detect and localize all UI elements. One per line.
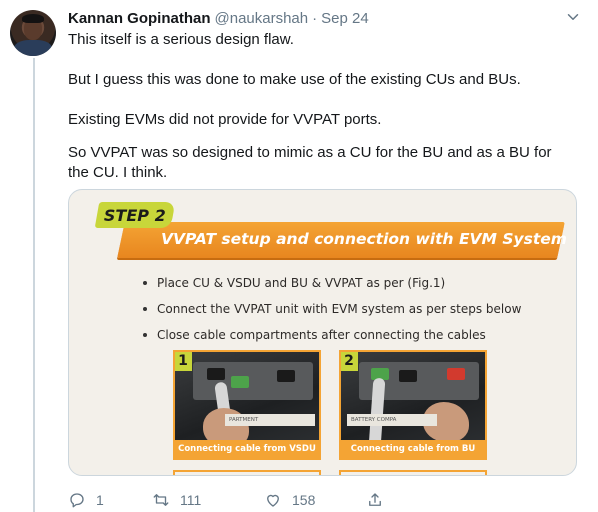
evm-panel (193, 362, 313, 400)
avatar[interactable] (10, 10, 56, 56)
bullet-icon (143, 333, 147, 337)
step-number: 1 (175, 352, 192, 371)
step-badge: STEP 2 (94, 202, 176, 228)
tweet-paragraph: This itself is a serious design flaw. (68, 31, 294, 48)
instruction-item: Close cable compartments after connectin… (143, 322, 521, 348)
reply-button[interactable]: 1 (68, 491, 152, 509)
bullet-icon (143, 307, 147, 311)
tweet-paragraph: So VVPAT was so designed to mimic as a C… (68, 144, 552, 181)
tweet-actions: 1 111 158 (68, 488, 384, 512)
tweet-date[interactable]: Sep 24 (321, 10, 369, 27)
share-icon (369, 493, 381, 506)
step-photo: PARTMENT 1 Connecting cable from VSDU (173, 350, 321, 460)
like-button[interactable]: 158 (264, 491, 366, 509)
banner-title: VVPAT setup and connection with EVM Syst… (161, 230, 567, 248)
instruction-list: Place CU & VSDU and BU & VVPAT as per (F… (143, 270, 521, 348)
reply-icon (70, 493, 84, 508)
share-button[interactable] (366, 491, 384, 509)
tweet-paragraph: Existing EVMs did not provide for VVPAT … (68, 111, 382, 128)
tweet-paragraph: But I guess this was done to make use of… (68, 71, 521, 88)
retweet-button[interactable]: 111 (152, 491, 264, 509)
step-photo: BATTERY COMPA 2 Connecting cable from BU (339, 350, 487, 460)
author-handle[interactable]: @naukarshah (215, 10, 309, 27)
instruction-item: Connect the VVPAT unit with EVM system a… (143, 296, 521, 322)
next-photo-edge (339, 470, 487, 475)
chevron-down-icon (567, 14, 579, 20)
photo-caption: Connecting cable from BU (341, 440, 485, 458)
more-options-button[interactable] (564, 8, 582, 26)
photo-caption: Connecting cable from VSDU (175, 440, 319, 458)
bullet-icon (143, 281, 147, 285)
retweet-count: 111 (180, 492, 202, 508)
instruction-item: Place CU & VSDU and BU & VVPAT as per (F… (143, 270, 521, 296)
next-photo-edge (173, 470, 321, 475)
like-count: 158 (292, 492, 316, 508)
author-name[interactable]: Kannan Gopinathan (68, 10, 211, 27)
separator-dot: · (312, 9, 318, 27)
panel-label: PARTMENT (225, 414, 315, 426)
panel-label: BATTERY COMPA (347, 414, 437, 426)
thread-line (33, 58, 35, 512)
tweet-media-image[interactable]: STEP 2 VVPAT setup and connection with E… (68, 189, 577, 476)
heart-icon (267, 494, 279, 507)
retweet-icon (153, 494, 169, 506)
tweet-header: Kannan Gopinathan @naukarshah · Sep 24 (68, 8, 369, 28)
step-label: STEP 2 (104, 205, 166, 225)
reply-count: 1 (96, 492, 104, 508)
step-number: 2 (341, 352, 358, 371)
